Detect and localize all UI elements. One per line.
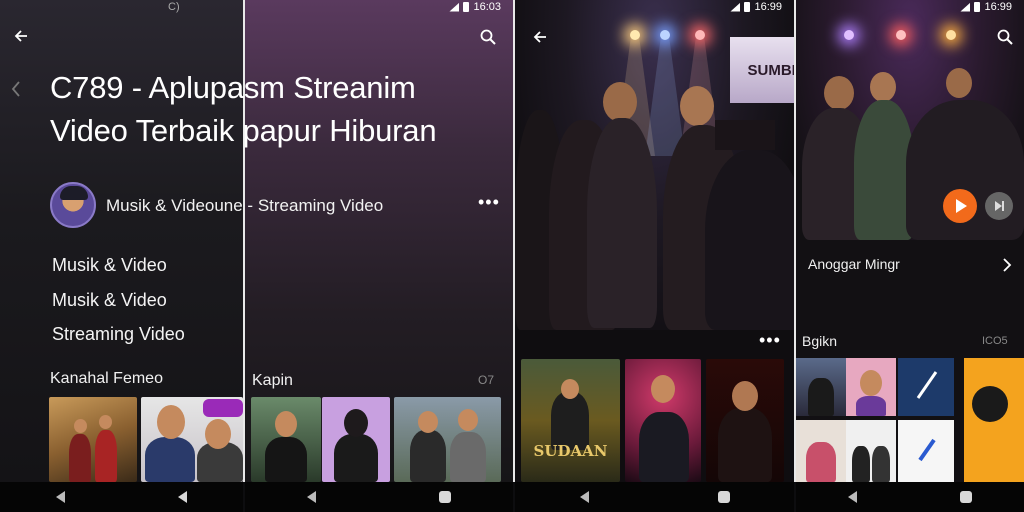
video-thumbnail-2[interactable] xyxy=(141,397,243,482)
battery-icon xyxy=(974,2,981,12)
nav-back-icon[interactable] xyxy=(177,491,187,503)
nav-home-icon[interactable] xyxy=(439,491,452,503)
album-poster-3[interactable] xyxy=(706,359,784,482)
nav-home-icon[interactable] xyxy=(717,491,730,503)
chevron-left-icon[interactable] xyxy=(5,78,27,100)
screenshot-collage: C) Musik & Video Musik & Video Streaming… xyxy=(0,0,1024,512)
status-time: 16:99 xyxy=(984,1,1012,13)
battery-icon xyxy=(744,2,751,12)
section-title: Kapin xyxy=(252,372,293,389)
channel-avatar[interactable] xyxy=(50,182,96,228)
search-icon[interactable] xyxy=(477,26,499,48)
section-count: O7 xyxy=(478,373,495,387)
album-poster-1[interactable]: SUDAAN xyxy=(521,359,620,482)
battery-icon xyxy=(463,2,470,12)
category-item-3[interactable]: Streaming Video xyxy=(52,324,185,345)
video-thumbnail-2[interactable] xyxy=(322,397,390,482)
status-time: 16:03 xyxy=(473,1,501,13)
system-nav-bar xyxy=(796,482,1024,512)
video-thumbnail-1[interactable] xyxy=(49,397,137,482)
channel-row[interactable] xyxy=(50,182,96,228)
playlist-tile-5[interactable] xyxy=(796,420,846,482)
search-icon[interactable] xyxy=(994,26,1016,48)
channel-name[interactable]: Musik & Videoune - Streaming Video xyxy=(106,196,383,216)
panel-concert-player: SUMBER 16:99 ••• SUDAAN xyxy=(515,0,794,482)
section-count: ICO5 xyxy=(982,335,1008,347)
nav-back-icon[interactable] xyxy=(56,491,66,503)
status-bar: 16:99 xyxy=(730,0,782,14)
next-track-icon[interactable] xyxy=(985,192,1013,220)
chevron-right-icon[interactable] xyxy=(996,254,1018,276)
playlist-tile-2[interactable] xyxy=(846,358,896,416)
video-thumbnail-1[interactable] xyxy=(251,397,321,482)
playlist-tile-3[interactable] xyxy=(898,358,954,416)
status-time: 16:99 xyxy=(754,1,782,13)
page-title-line-1: C789 - Aplupasm Streanim xyxy=(50,70,416,105)
category-item-1[interactable]: Musik & Video xyxy=(52,255,167,276)
playlist-tile-4[interactable] xyxy=(964,358,1024,482)
more-dots-icon[interactable]: ••• xyxy=(759,330,781,351)
category-item-2[interactable]: Musik & Video xyxy=(52,290,167,311)
play-icon[interactable] xyxy=(943,189,977,223)
signal-icon xyxy=(730,2,741,12)
poster-title: SUDAAN xyxy=(533,442,608,460)
arrow-left-icon[interactable] xyxy=(529,26,551,48)
playlist-tile-6[interactable] xyxy=(846,420,896,482)
panel-music-player: 16:99 Anoggar Mingr Bgikn ICO5 xyxy=(796,0,1024,482)
status-bar: C) xyxy=(168,0,180,14)
section-title: Bgikn xyxy=(802,333,838,349)
page-title-line-2: Video Terbaik papur Hiburan xyxy=(50,113,437,148)
nav-home-icon[interactable] xyxy=(960,491,973,503)
nav-back-icon[interactable] xyxy=(847,491,857,503)
arrow-left-icon[interactable] xyxy=(10,25,32,47)
system-nav-bar xyxy=(515,482,794,512)
video-thumbnail-3[interactable] xyxy=(394,397,501,482)
system-nav-bar xyxy=(245,482,513,512)
status-bar: 16:03 xyxy=(449,0,501,14)
album-poster-2[interactable] xyxy=(625,359,701,482)
section-title: Kanahal Femeo xyxy=(50,370,163,387)
now-playing-title[interactable]: Anoggar Mingr xyxy=(808,256,900,272)
signal-icon xyxy=(960,2,971,12)
nav-back-icon[interactable] xyxy=(306,491,316,503)
nav-back-icon[interactable] xyxy=(579,491,589,503)
playlist-tile-7[interactable] xyxy=(898,420,954,482)
system-nav-bar xyxy=(0,482,243,512)
stage-screen: SUMBER xyxy=(730,37,794,103)
status-text: C) xyxy=(168,1,180,13)
signal-icon xyxy=(449,2,460,12)
page-title: C789 - Aplupasm Streanim Video Terbaik p… xyxy=(50,66,437,152)
playlist-tile-1[interactable] xyxy=(796,358,846,416)
status-bar: 16:99 xyxy=(960,0,1012,14)
more-dots-icon[interactable]: ••• xyxy=(478,192,500,213)
